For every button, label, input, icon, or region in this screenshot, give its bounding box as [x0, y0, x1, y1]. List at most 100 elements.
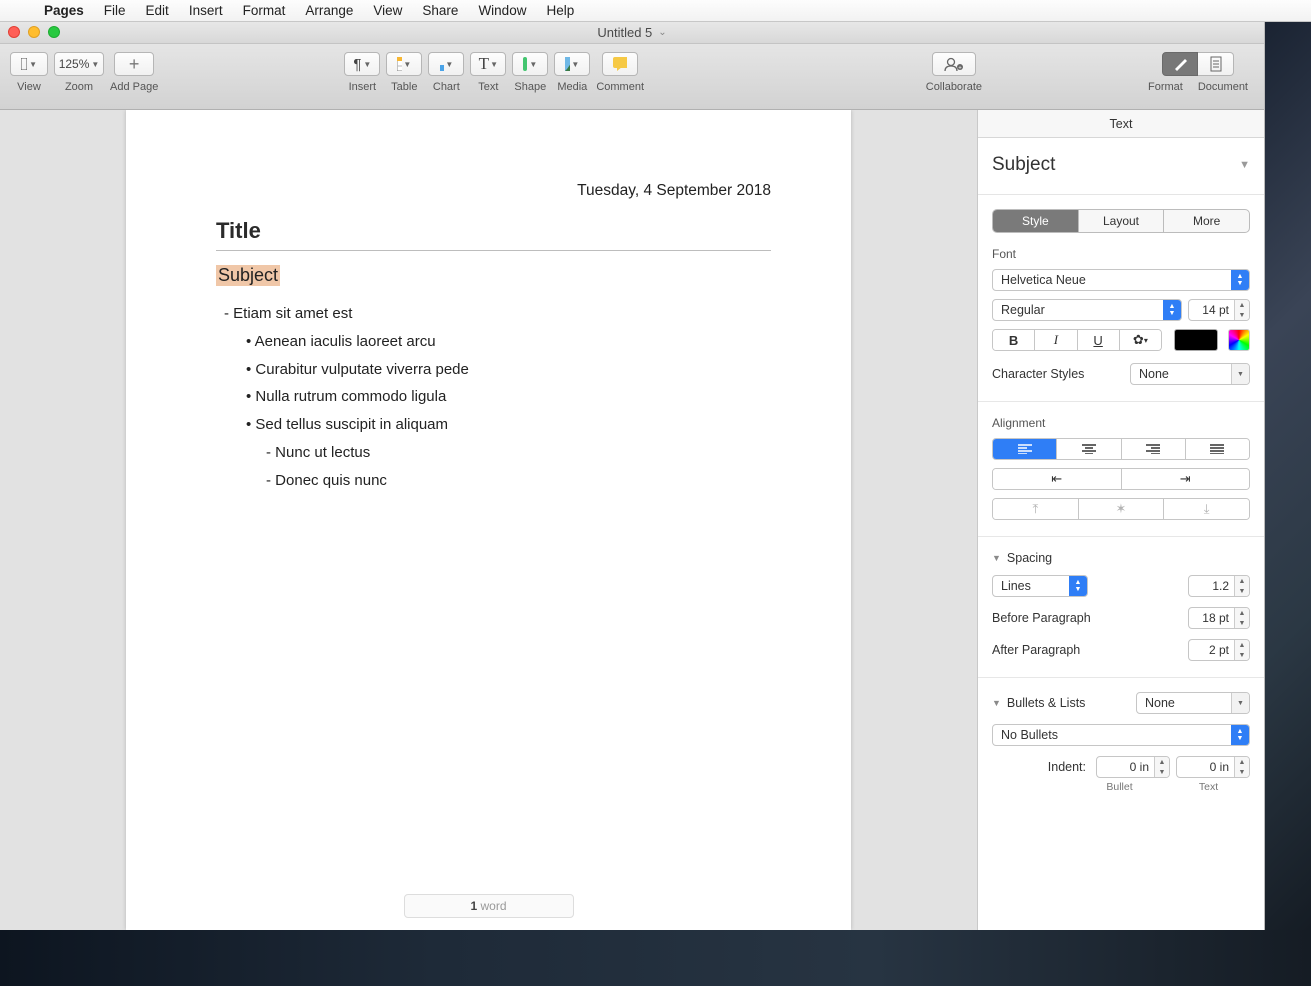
window-zoom-button[interactable]: [48, 26, 60, 38]
valign-middle-button[interactable]: ✶: [1079, 499, 1165, 519]
list-item[interactable]: Sed tellus suscipit in aliquam: [216, 411, 771, 439]
outdent-button[interactable]: ⇤: [993, 469, 1122, 489]
stepper-icon[interactable]: ▲▼: [1234, 640, 1249, 660]
tab-more[interactable]: More: [1164, 210, 1249, 232]
valign-bottom-button[interactable]: ⤓: [1164, 499, 1249, 519]
bullet-type-dropdown[interactable]: No Bullets ▲▼: [992, 724, 1250, 746]
shape-label: Shape: [514, 81, 546, 93]
media-icon: [565, 57, 570, 71]
media-button[interactable]: ▼: [554, 52, 590, 76]
color-picker-button[interactable]: [1228, 329, 1250, 351]
zoom-value: 125%: [59, 57, 90, 71]
window-titlebar: Untitled 5 ⌄: [0, 22, 1264, 44]
align-center-button[interactable]: [1057, 439, 1121, 459]
text-button[interactable]: T▼: [470, 52, 506, 76]
before-paragraph-field[interactable]: 18 pt ▲▼: [1188, 607, 1250, 629]
inspector-tab-text[interactable]: Text: [1110, 117, 1133, 131]
stepper-icon[interactable]: ▲▼: [1234, 757, 1249, 777]
menu-insert[interactable]: Insert: [179, 3, 233, 18]
tab-layout[interactable]: Layout: [1079, 210, 1165, 232]
list-item[interactable]: Aenean iaculis laoreet arcu: [216, 328, 771, 356]
word-count-indicator[interactable]: 1 word: [404, 894, 574, 918]
document-title[interactable]: Untitled 5 ⌄: [597, 25, 666, 40]
underline-button[interactable]: U: [1078, 330, 1120, 350]
document-inspector-button[interactable]: [1198, 52, 1234, 76]
stepper-icon[interactable]: ▲▼: [1234, 608, 1249, 628]
bullets-section: ▼ Bullets & Lists None ▼ No Bullets ▲▼: [978, 678, 1264, 809]
collaborate-button[interactable]: +: [932, 52, 976, 76]
shape-button[interactable]: ▼: [512, 52, 548, 76]
indent-button[interactable]: ⇥: [1122, 469, 1250, 489]
desktop-background: [0, 930, 1311, 986]
bullets-preset-dropdown[interactable]: None ▼: [1136, 692, 1250, 714]
chart-button[interactable]: ▼: [428, 52, 464, 76]
word-count-number: 1: [470, 899, 477, 913]
window-minimize-button[interactable]: [28, 26, 40, 38]
character-styles-value: None: [1131, 367, 1231, 381]
dropdown-arrows-icon: ▲▼: [1231, 725, 1249, 745]
line-spacing-value-field[interactable]: 1.2 ▲▼: [1188, 575, 1250, 597]
character-styles-dropdown[interactable]: None ▼: [1130, 363, 1250, 385]
format-inspector-button[interactable]: [1162, 52, 1198, 76]
list-item[interactable]: Nunc ut lectus: [216, 439, 771, 467]
window-close-button[interactable]: [8, 26, 20, 38]
line-spacing-mode-dropdown[interactable]: Lines ▲▼: [992, 575, 1088, 597]
zoom-label: Zoom: [65, 81, 93, 93]
bullet-indent-field[interactable]: 0 in ▲▼: [1096, 756, 1170, 778]
inspector-tabs: Text: [978, 110, 1264, 138]
spacing-disclosure[interactable]: ▼ Spacing: [992, 551, 1250, 565]
align-right-button[interactable]: [1122, 439, 1186, 459]
menu-view[interactable]: View: [363, 3, 412, 18]
document-canvas[interactable]: Tuesday, 4 September 2018 Title Subject …: [0, 110, 977, 930]
comment-button[interactable]: [602, 52, 638, 76]
font-family-dropdown[interactable]: Helvetica Neue ▲▼: [992, 269, 1250, 291]
document-title-text[interactable]: Title: [216, 218, 771, 244]
insert-button[interactable]: ¶▼: [344, 52, 380, 76]
page[interactable]: Tuesday, 4 September 2018 Title Subject …: [126, 110, 851, 930]
add-page-button[interactable]: +: [114, 52, 154, 76]
stepper-icon[interactable]: ▲▼: [1234, 300, 1249, 320]
chevron-down-icon: ▼: [1239, 159, 1250, 171]
tab-style[interactable]: Style: [993, 210, 1079, 232]
menu-file[interactable]: File: [94, 3, 136, 18]
menu-share[interactable]: Share: [412, 3, 468, 18]
list-item[interactable]: Donec quis nunc: [216, 467, 771, 495]
menu-arrange[interactable]: Arrange: [295, 3, 363, 18]
zoom-dropdown[interactable]: 125%▼: [54, 52, 104, 76]
alignment-section: Alignment ⇤ ⇥ ⤒ ✶ ⤓: [978, 402, 1264, 537]
menu-window[interactable]: Window: [468, 3, 536, 18]
view-label: View: [17, 81, 41, 93]
bold-button[interactable]: B: [993, 330, 1035, 350]
svg-text:+: +: [958, 65, 962, 71]
list-item[interactable]: Nulla rutrum commodo ligula: [216, 383, 771, 411]
menu-edit[interactable]: Edit: [136, 3, 179, 18]
font-style-value: Regular: [993, 303, 1163, 317]
italic-button[interactable]: I: [1035, 330, 1077, 350]
valign-top-button[interactable]: ⤒: [993, 499, 1079, 519]
font-style-dropdown[interactable]: Regular ▲▼: [992, 299, 1182, 321]
list-item[interactable]: Etiam sit amet est: [216, 300, 771, 328]
table-button[interactable]: ▼: [386, 52, 422, 76]
paragraph-style-picker[interactable]: Subject ▼: [978, 138, 1264, 195]
subject-heading[interactable]: Subject: [216, 265, 280, 286]
stepper-icon[interactable]: ▲▼: [1234, 576, 1249, 596]
document-date[interactable]: Tuesday, 4 September 2018: [216, 182, 771, 200]
menu-format[interactable]: Format: [233, 3, 296, 18]
app-menu[interactable]: Pages: [34, 3, 94, 18]
dropdown-arrows-icon: ▲▼: [1163, 300, 1181, 320]
body-list[interactable]: Etiam sit amet est Aenean iaculis laoree…: [216, 300, 771, 494]
menu-help[interactable]: Help: [536, 3, 584, 18]
list-item[interactable]: Curabitur vulputate viverra pede: [216, 356, 771, 384]
view-button[interactable]: ▼: [10, 52, 48, 76]
stepper-icon[interactable]: ▲▼: [1154, 757, 1169, 777]
bullets-disclosure[interactable]: ▼ Bullets & Lists: [992, 696, 1085, 710]
text-color-well[interactable]: [1174, 329, 1218, 351]
align-left-button[interactable]: [993, 439, 1057, 459]
align-justify-button[interactable]: [1186, 439, 1249, 459]
font-size-field[interactable]: 14 pt ▲▼: [1188, 299, 1250, 321]
font-options-button[interactable]: ✿▾: [1120, 330, 1161, 350]
comment-icon: [613, 57, 627, 71]
comment-label: Comment: [596, 81, 644, 93]
after-paragraph-field[interactable]: 2 pt ▲▼: [1188, 639, 1250, 661]
text-indent-field[interactable]: 0 in ▲▼: [1176, 756, 1250, 778]
